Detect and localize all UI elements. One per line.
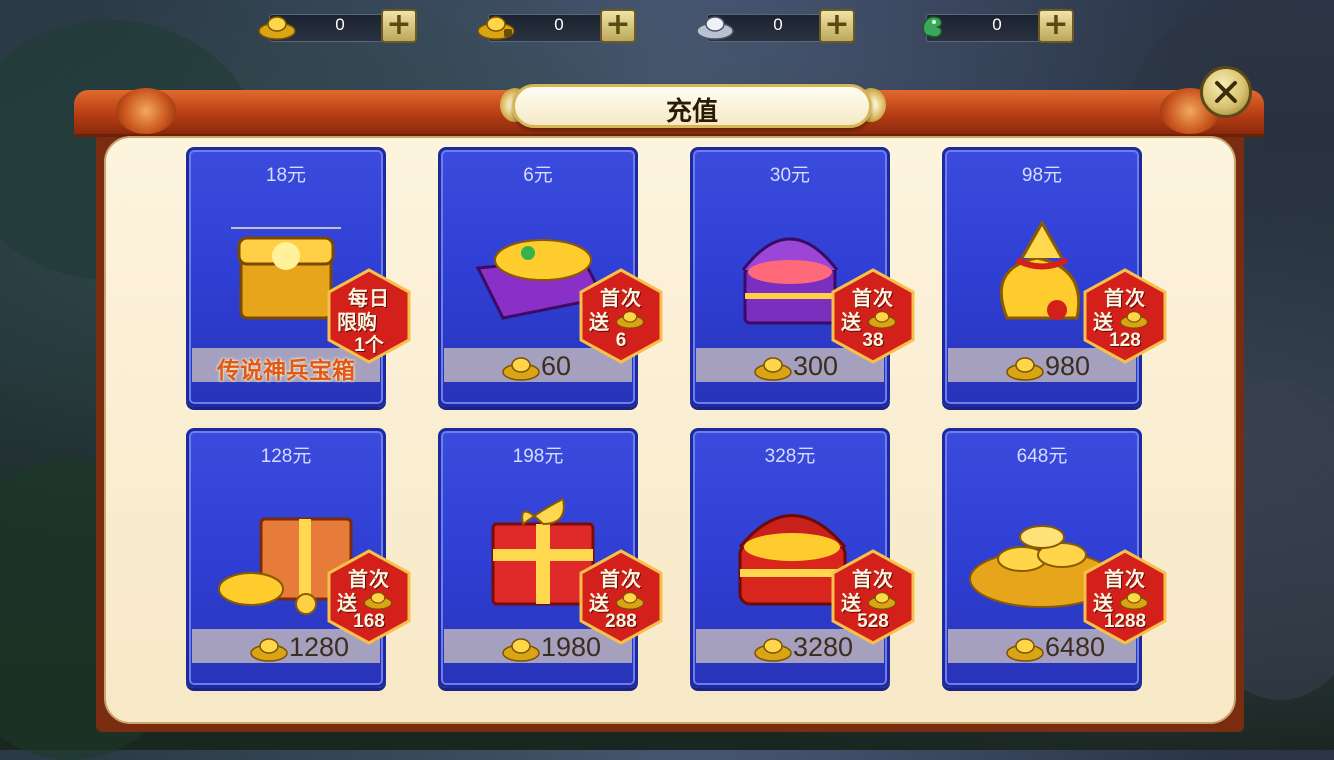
gold-ingot-icon — [615, 310, 645, 329]
bonus-badge: 首次 送 168 — [327, 549, 411, 645]
card-price: 648元 — [1016, 446, 1068, 467]
badge-line-3: 288 — [605, 611, 637, 632]
gold-ingot-icon — [1006, 357, 1044, 381]
currency-value: 0 — [554, 15, 564, 34]
gold-ingot-icon — [502, 357, 540, 381]
currency-bar: 0 + 0 + 0 + 0 + — [255, 8, 1085, 46]
silver-ingot-icon — [696, 16, 734, 40]
gold-ingot-icon — [867, 310, 897, 329]
recharge-card[interactable]: 18元 传说神兵宝箱 每日 限购 1个 — [186, 147, 411, 407]
badge-line-3: 38 — [862, 330, 884, 351]
currency-value: 0 — [335, 15, 345, 34]
currency-value: 0 — [773, 15, 783, 34]
bonus-badge: 首次 送 38 — [831, 268, 915, 364]
card-price: 6元 — [523, 165, 553, 186]
badge-line-3: 1个 — [354, 335, 384, 356]
gold-ingot-icon — [502, 638, 540, 662]
gold-ingot-icon — [754, 638, 792, 662]
add-gold-button[interactable]: + — [381, 9, 417, 43]
close-button[interactable] — [1200, 66, 1252, 118]
scroll-ornament-icon — [116, 88, 176, 134]
card-price: 30元 — [769, 165, 811, 186]
currency-bound-gold: 0 + — [474, 8, 639, 44]
add-silver-button[interactable]: + — [819, 9, 855, 43]
gold-ingot-icon — [363, 591, 393, 610]
card-price: 98元 — [1021, 165, 1063, 186]
add-bound-gold-button[interactable]: + — [600, 9, 636, 43]
add-jade-button[interactable]: + — [1038, 9, 1074, 43]
dialog-title: 充值 — [665, 97, 718, 127]
gold-ingot-icon — [250, 638, 288, 662]
jade-dragon-icon — [922, 16, 943, 38]
badge-line-3: 6 — [615, 330, 627, 351]
bonus-badge: 首次 送 288 — [579, 549, 663, 645]
currency-jade: 0 + — [912, 8, 1077, 44]
badge-line-3: 168 — [353, 611, 385, 632]
card-price: 18元 — [265, 165, 307, 186]
gold-ingot-icon — [754, 357, 792, 381]
recharge-card[interactable]: 6元 60 首次 送 6 — [438, 147, 663, 407]
gold-ingot-icon — [258, 16, 296, 40]
card-price: 198元 — [512, 446, 564, 467]
recharge-card[interactable]: 30元 300 首次 送 38 — [690, 147, 915, 407]
gold-ingot-icon — [615, 591, 645, 610]
card-price: 328元 — [764, 446, 816, 467]
recharge-card[interactable]: 98元 980 首次 送 128 — [942, 147, 1167, 407]
card-amount: 60 — [541, 351, 572, 381]
recharge-card[interactable]: 648元 6480 首次 送 1288 — [942, 428, 1167, 688]
bonus-badge: 首次 送 128 — [1083, 268, 1167, 364]
badge-line-3: 128 — [1109, 330, 1141, 351]
currency-value: 0 — [992, 15, 1002, 34]
badge-line-3: 1288 — [1103, 611, 1147, 632]
gold-ingot-icon — [867, 591, 897, 610]
close-icon — [1215, 81, 1237, 103]
bonus-badge: 首次 送 1288 — [1083, 549, 1167, 645]
gold-ingot-icon — [1006, 638, 1044, 662]
recharge-card[interactable]: 328元 3280 首次 送 528 — [690, 428, 915, 688]
bonus-badge: 每日 限购 1个 — [327, 268, 411, 364]
gold-ingot-icon — [1119, 310, 1149, 329]
gold-ingot-icon — [1119, 591, 1149, 610]
bonus-badge: 首次 送 6 — [579, 268, 663, 364]
bonus-badge: 首次 送 528 — [831, 549, 915, 645]
currency-gold: 0 + — [255, 8, 420, 44]
badge-line-3: 528 — [857, 611, 889, 632]
recharge-card[interactable]: 128元 1280 首次 送 168 — [186, 428, 411, 688]
dialog-title-plate: 充值 — [512, 84, 872, 128]
card-price: 128元 — [260, 446, 312, 467]
currency-silver: 0 + — [693, 8, 858, 44]
recharge-card[interactable]: 198元 1980 首次 送 288 — [438, 428, 663, 688]
bound-gold-ingot-icon — [477, 16, 515, 40]
